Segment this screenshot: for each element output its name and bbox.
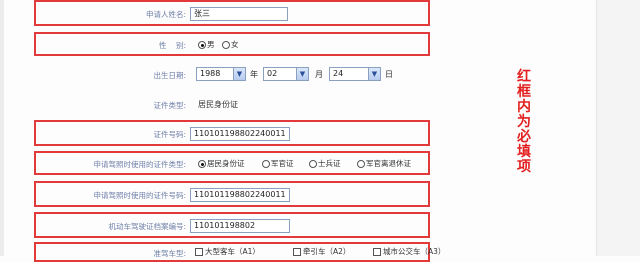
annotation-char: 框 xyxy=(517,84,531,100)
annotation-char: 填 xyxy=(517,144,531,160)
annotation-char: 红 xyxy=(517,69,531,85)
license-class-option-a2: 牵引车（A2） xyxy=(303,247,351,256)
annotation-char: 内 xyxy=(517,99,531,115)
id-type-label: 证件类型: xyxy=(153,101,186,110)
gender-label: 性 别: xyxy=(158,41,186,50)
license-id-type-option-officer: 军官证 xyxy=(271,159,294,168)
annotation-char: 项 xyxy=(517,159,531,175)
license-class-checkbox-a3[interactable] xyxy=(373,248,381,256)
license-id-type-radio-retired-officer[interactable] xyxy=(357,160,365,168)
id-number-input[interactable]: 110101198802240011 xyxy=(190,127,290,141)
left-margin xyxy=(0,0,4,256)
license-class-option-a1: 大型客车（A1） xyxy=(205,247,260,256)
birth-year-select[interactable]: 1988 ▼ xyxy=(196,67,246,81)
birth-month-select[interactable]: 02 ▼ xyxy=(263,67,309,81)
license-file-number-label: 机动车驾驶证档案编号: xyxy=(108,222,186,231)
birth-month-value: 02 xyxy=(267,69,278,78)
license-id-number-input[interactable]: 110101198802240011 xyxy=(190,188,290,202)
license-id-type-option-soldier: 士兵证 xyxy=(318,159,341,168)
gender-radio-male[interactable] xyxy=(198,41,206,49)
license-file-number-input[interactable]: 110101198802 xyxy=(190,219,290,233)
id-type-value: 居民身份证 xyxy=(198,100,238,109)
license-id-type-radio-officer[interactable] xyxy=(262,160,270,168)
id-number-label: 证件号码: xyxy=(153,130,186,139)
required-fields-annotation: 红 框 内 为 必 填 项 xyxy=(514,70,534,175)
day-unit: 日 xyxy=(385,70,393,79)
license-class-option-a3: 城市公交车（A3） xyxy=(383,247,446,256)
license-id-number-label: 申请驾照时使用的证件号码: xyxy=(93,191,186,200)
license-id-type-radio-soldier[interactable] xyxy=(309,160,317,168)
gender-option-male: 男 xyxy=(207,40,215,49)
applicant-name-label: 申请人姓名: xyxy=(145,10,186,19)
gender-radio-female[interactable] xyxy=(222,41,230,49)
license-id-type-option-resident: 居民身份证 xyxy=(207,159,245,168)
right-margin xyxy=(596,0,640,256)
license-id-type-radio-resident[interactable] xyxy=(198,160,206,168)
license-class-checkbox-a2[interactable] xyxy=(293,248,301,256)
chevron-down-icon: ▼ xyxy=(368,68,380,80)
chevron-down-icon: ▼ xyxy=(296,68,308,80)
applicant-name-input[interactable]: 张三 xyxy=(190,7,288,21)
birth-day-select[interactable]: 24 ▼ xyxy=(329,67,381,81)
annotation-char: 为 xyxy=(517,114,531,130)
license-id-type-option-retired-officer: 军官离退休证 xyxy=(366,159,411,168)
license-class-checkbox-a1[interactable] xyxy=(195,248,203,256)
birth-year-value: 1988 xyxy=(200,69,221,78)
year-unit: 年 xyxy=(250,70,258,79)
birth-date-label: 出生日期: xyxy=(153,71,186,80)
gender-option-female: 女 xyxy=(231,40,239,49)
license-class-label: 准驾车型: xyxy=(153,249,186,258)
birth-day-value: 24 xyxy=(333,69,344,78)
month-unit: 月 xyxy=(315,70,323,79)
annotation-char: 必 xyxy=(517,129,531,145)
license-id-type-label: 申请驾照时使用的证件类型: xyxy=(93,160,186,169)
chevron-down-icon: ▼ xyxy=(233,68,245,80)
